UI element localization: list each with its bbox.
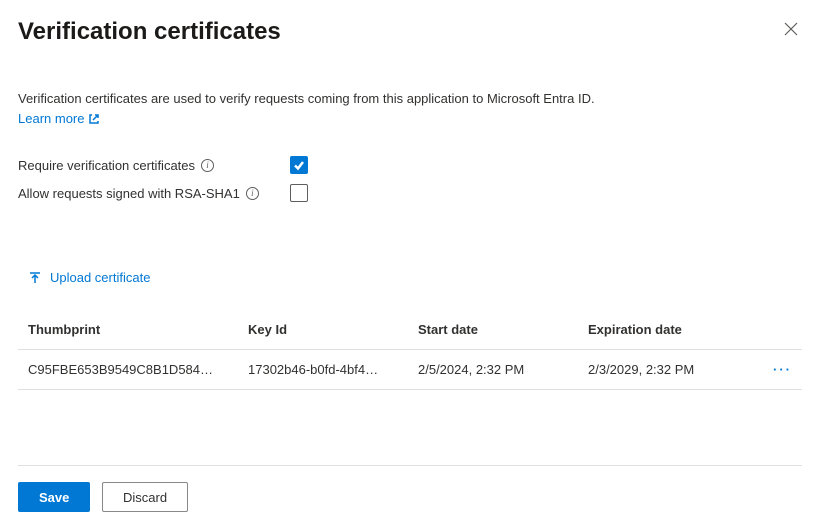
col-header-thumbprint: Thumbprint — [28, 322, 248, 337]
info-icon[interactable]: i — [201, 159, 214, 172]
certificates-table: Thumbprint Key Id Start date Expiration … — [18, 310, 802, 390]
save-button[interactable]: Save — [18, 482, 90, 512]
close-button[interactable] — [780, 18, 802, 42]
col-header-start: Start date — [418, 322, 588, 337]
external-link-icon — [88, 113, 100, 125]
footer-divider — [18, 465, 802, 466]
learn-more-link[interactable]: Learn more — [18, 110, 100, 128]
close-icon — [784, 22, 798, 36]
row-more-button[interactable]: ··· — [773, 362, 792, 377]
require-cert-checkbox[interactable] — [290, 156, 308, 174]
learn-more-label: Learn more — [18, 110, 84, 128]
cell-start-date: 2/5/2024, 2:32 PM — [418, 362, 588, 377]
cell-expiration-date: 2/3/2029, 2:32 PM — [588, 362, 762, 377]
table-header: Thumbprint Key Id Start date Expiration … — [18, 310, 802, 350]
discard-button[interactable]: Discard — [102, 482, 188, 512]
description-text: Verification certificates are used to ve… — [18, 90, 802, 108]
col-header-expiration: Expiration date — [588, 322, 762, 337]
allow-rsa-label: Allow requests signed with RSA-SHA1 — [18, 186, 240, 201]
checkmark-icon — [293, 159, 305, 171]
col-header-keyid: Key Id — [248, 322, 418, 337]
table-row: C95FBE653B9549C8B1D584… 17302b46-b0fd-4b… — [18, 350, 802, 390]
page-title: Verification certificates — [18, 18, 281, 46]
cell-keyid: 17302b46-b0fd-4bf4… — [248, 362, 418, 377]
cell-thumbprint: C95FBE653B9549C8B1D584… — [28, 362, 248, 377]
info-icon[interactable]: i — [246, 187, 259, 200]
upload-label: Upload certificate — [50, 270, 150, 285]
allow-rsa-checkbox[interactable] — [290, 184, 308, 202]
upload-icon — [28, 271, 42, 285]
require-cert-label: Require verification certificates — [18, 158, 195, 173]
upload-certificate-button[interactable]: Upload certificate — [28, 270, 150, 285]
